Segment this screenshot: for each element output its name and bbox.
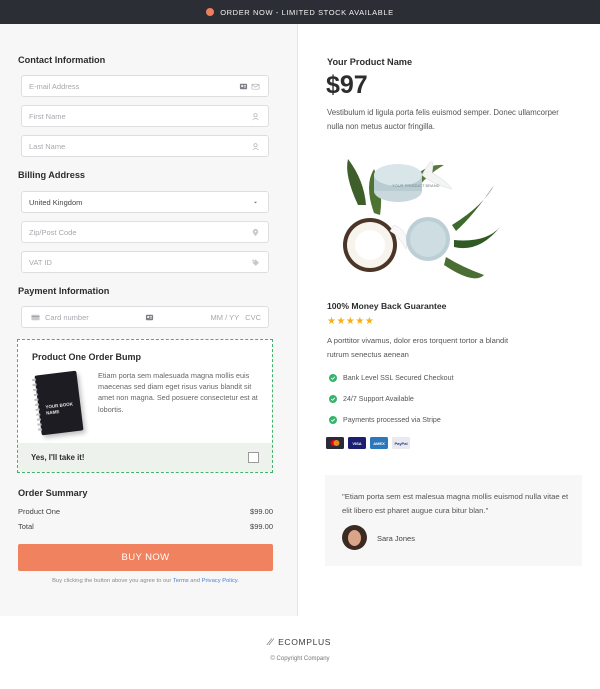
announcement-text: ORDER NOW - LIMITED STOCK AVAILABLE: [220, 7, 394, 17]
summary-total-label: Total: [18, 522, 34, 531]
paypal-icon: PayPal: [392, 437, 410, 449]
summary-total-amount: $99.00: [250, 522, 273, 531]
product-price: $97: [326, 71, 368, 99]
check-circle-icon: [329, 416, 337, 424]
location-icon: [249, 226, 261, 238]
feature-item: Payments processed via Stripe: [329, 416, 441, 424]
user-icon: [249, 140, 261, 152]
notebook-image: YOUR BOOK NAME: [31, 370, 84, 436]
card-number-field[interactable]: Card number MM / YY CVC: [21, 306, 269, 328]
billing-section-title: Billing Address: [18, 170, 86, 180]
contact-section-title: Contact Information: [18, 55, 106, 65]
product-description: Vestibulum id ligula porta felis euismod…: [327, 108, 559, 131]
payment-card-logos: VISA AMEX PayPal: [326, 437, 410, 449]
contact-card-icon: [237, 80, 249, 92]
summary-row-amount: $99.00: [250, 507, 273, 516]
terms-link[interactable]: Terms: [173, 578, 189, 584]
legal-prefix: Buy clicking the button above you agree …: [52, 578, 172, 584]
testimonial-quote: "Etiam porta sem est malesua magna molli…: [342, 492, 569, 515]
zip-code-field[interactable]: Zip/Post Code: [21, 221, 269, 243]
amex-icon: AMEX: [370, 437, 388, 449]
check-circle-icon: [329, 374, 337, 382]
testimonial-author: Sara Jones: [377, 534, 415, 543]
buy-now-button[interactable]: BUY NOW: [18, 544, 273, 571]
order-bump-description: Etiam porta sem malesuada magna mollis e…: [98, 371, 258, 414]
announcement-bar: ORDER NOW - LIMITED STOCK AVAILABLE: [0, 0, 600, 24]
vat-placeholder: VAT ID: [29, 257, 52, 267]
order-summary-title: Order Summary: [18, 488, 88, 498]
tag-icon: [249, 256, 261, 268]
order-bump-accept-row[interactable]: Yes, I'll take it!: [18, 443, 272, 472]
check-circle-icon: [329, 395, 337, 403]
avatar: [342, 525, 367, 550]
testimonial-card: "Etiam porta sem est malesua magna molli…: [325, 475, 582, 566]
payment-section-title: Payment Information: [18, 286, 110, 296]
feature-text: Bank Level SSL Secured Checkout: [343, 374, 454, 382]
contact-card-icon: [143, 311, 155, 323]
user-icon: [249, 110, 261, 122]
feature-item: Bank Level SSL Secured Checkout: [329, 374, 454, 382]
status-dot-icon: [206, 8, 215, 16]
email-field[interactable]: E-mail Address: [21, 75, 269, 97]
zip-placeholder: Zip/Post Code: [29, 227, 77, 237]
mail-icon: [249, 80, 261, 92]
email-placeholder: E-mail Address: [29, 81, 80, 91]
vat-id-field[interactable]: VAT ID: [21, 251, 269, 273]
feature-item: 24/7 Support Available: [329, 395, 414, 403]
last-name-placeholder: Last Name: [29, 141, 66, 151]
summary-row: Product One $99.00: [18, 507, 273, 516]
legal-and: and: [190, 578, 200, 584]
feature-text: Payments processed via Stripe: [343, 416, 441, 424]
expiry-placeholder: MM / YY: [210, 312, 240, 322]
first-name-placeholder: First Name: [29, 111, 66, 121]
order-bump-title: Product One Order Bump: [32, 352, 142, 362]
order-bump: Product One Order Bump YOUR BOOK NAME Et…: [17, 339, 273, 473]
card-icon: [29, 311, 41, 323]
brand-name: ECOMPLUS: [278, 637, 332, 647]
caret-down-icon: [249, 196, 261, 208]
country-select[interactable]: United Kingdom: [21, 191, 269, 213]
order-bump-accept-label: Yes, I'll take it!: [31, 453, 85, 462]
product-image: YOUR PRODUCT BRAND: [343, 159, 500, 279]
copyright-text: © Copyright Company: [270, 656, 330, 662]
legal-notice: Buy clicking the button above you agree …: [18, 578, 273, 584]
summary-row-label: Product One: [18, 507, 61, 516]
footer-brand[interactable]: ⁄⁄ ECOMPLUS: [0, 637, 600, 647]
privacy-policy-link[interactable]: Privacy Policy.: [202, 578, 239, 584]
last-name-field[interactable]: Last Name: [21, 135, 269, 157]
feature-text: 24/7 Support Available: [343, 395, 414, 403]
guarantee-text: A porttitor vivamus, dolor eros torquent…: [327, 336, 509, 359]
mastercard-icon: [326, 437, 344, 449]
brand-logo-icon: ⁄⁄: [268, 637, 274, 647]
book-cover-text: YOUR BOOK NAME: [45, 401, 74, 416]
summary-total-row: Total $99.00: [18, 522, 273, 531]
product-name: Your Product Name: [327, 57, 413, 67]
rating-stars: ★★★★★: [327, 316, 375, 327]
cvc-placeholder: CVC: [245, 312, 261, 322]
money-back-guarantee-title: 100% Money Back Guarantee: [327, 301, 447, 311]
jar-label-text: YOUR PRODUCT BRAND: [392, 183, 440, 188]
order-bump-checkbox[interactable]: [248, 452, 259, 463]
first-name-field[interactable]: First Name: [21, 105, 269, 127]
visa-icon: VISA: [348, 437, 366, 449]
country-value: United Kingdom: [29, 197, 83, 207]
card-number-placeholder: Card number: [45, 312, 89, 322]
